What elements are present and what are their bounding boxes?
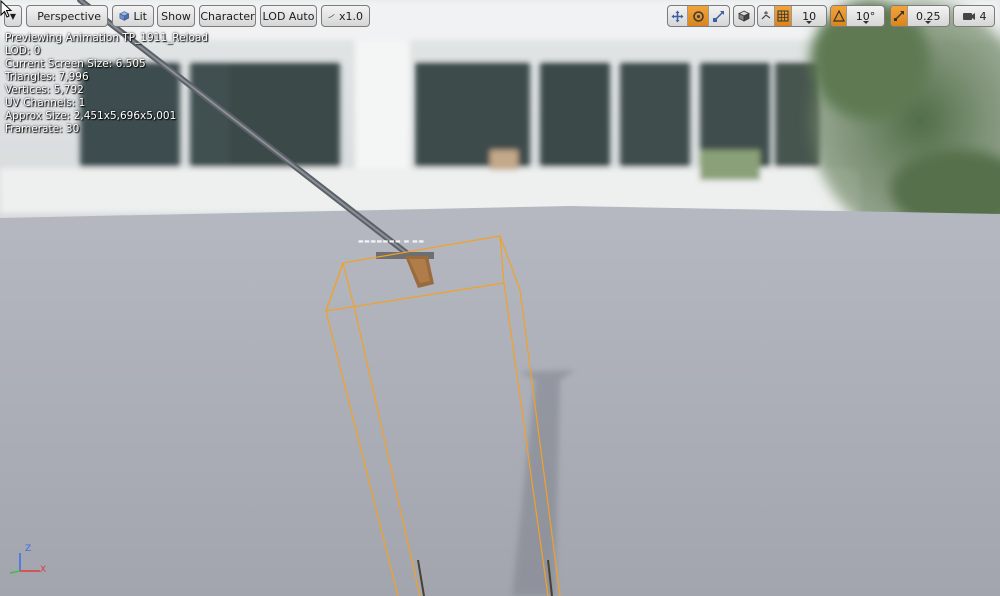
- playback-speed-button[interactable]: x1.0: [321, 5, 370, 27]
- stat-lod: LOD: 0: [5, 45, 41, 57]
- camera-speed-button[interactable]: 4: [953, 5, 995, 27]
- scale-icon: [713, 10, 725, 22]
- stat-approx-size: Approx Size: 2,451x5,696x5,001: [5, 110, 177, 122]
- stat-uv-channels: UV Channels: 1: [5, 97, 86, 109]
- snap-group: 10: [757, 5, 827, 27]
- translate-icon: [671, 10, 684, 22]
- lit-cube-icon: [119, 11, 130, 21]
- speed-icon: [328, 13, 335, 19]
- show-button[interactable]: Show: [157, 5, 195, 27]
- scale-snap-group: 0.25: [890, 5, 950, 27]
- lit-label: Lit: [133, 9, 148, 23]
- stat-vertices: Vertices: 5,792: [5, 84, 84, 96]
- axis-z-label: Z: [25, 544, 32, 554]
- grid-snap-value[interactable]: 10: [792, 6, 826, 26]
- axis-x-label: X: [40, 565, 47, 575]
- scale-snap-value[interactable]: 0.25: [908, 6, 949, 26]
- scale-snap-toggle[interactable]: [891, 6, 908, 26]
- mouse-cursor-icon: [0, 0, 13, 18]
- translate-button[interactable]: [668, 6, 689, 26]
- camera-speed-icon: [962, 13, 975, 20]
- lit-button[interactable]: Lit: [112, 5, 154, 27]
- surface-snap-button[interactable]: [758, 6, 776, 26]
- speed-label: x1.0: [338, 9, 363, 23]
- stat-preview: Previewing Animation TP_1911_Reload: [5, 32, 209, 44]
- stat-screen-size: Current Screen Size: 6.505: [5, 58, 146, 70]
- camera-speed-label: 4: [979, 9, 987, 23]
- mesh-name-label: ▬▬▬▬▬▬▬ ▬ ▬▬: [358, 238, 425, 245]
- surface-snap-icon: [761, 10, 770, 19]
- rotate-icon: [692, 10, 704, 22]
- grid-snap-toggle[interactable]: [775, 6, 793, 26]
- viewport[interactable]: ▬▬▬▬▬▬▬ ▬ ▬▬ Previewing Animation TP_191…: [0, 0, 1000, 596]
- scale-snap-icon: [893, 11, 904, 21]
- show-label: Show: [161, 9, 191, 23]
- world-local-icon: [738, 10, 750, 22]
- perspective-button[interactable]: Perspective: [26, 5, 108, 27]
- axis-gizmo: Z X: [6, 543, 56, 583]
- stat-triangles: Triangles: 7,996: [5, 71, 89, 83]
- character-label: Character: [200, 9, 255, 23]
- rotate-button[interactable]: [688, 6, 709, 26]
- rotation-snap-group: 10°: [830, 5, 885, 27]
- character-button[interactable]: Character: [199, 5, 256, 27]
- rotation-snap-toggle[interactable]: [831, 6, 848, 26]
- world-local-button[interactable]: [733, 5, 755, 27]
- lod-button[interactable]: LOD Auto: [260, 5, 317, 27]
- perspective-label: Perspective: [37, 9, 101, 23]
- viewport-toolbar: ▼ Perspective Lit Show Character LOD Aut…: [0, 0, 1000, 32]
- rotation-snap-value[interactable]: 10°: [847, 6, 884, 26]
- rotation-snap-icon: [832, 10, 845, 22]
- scale-button[interactable]: [709, 6, 729, 26]
- transform-mode-group: [667, 5, 730, 27]
- stat-framerate: Framerate: 30: [5, 123, 80, 135]
- lod-label: LOD Auto: [262, 9, 315, 23]
- viewport-stats: Previewing Animation TP_1911_Reload LOD:…: [5, 32, 208, 136]
- grid-snap-icon: [777, 10, 789, 22]
